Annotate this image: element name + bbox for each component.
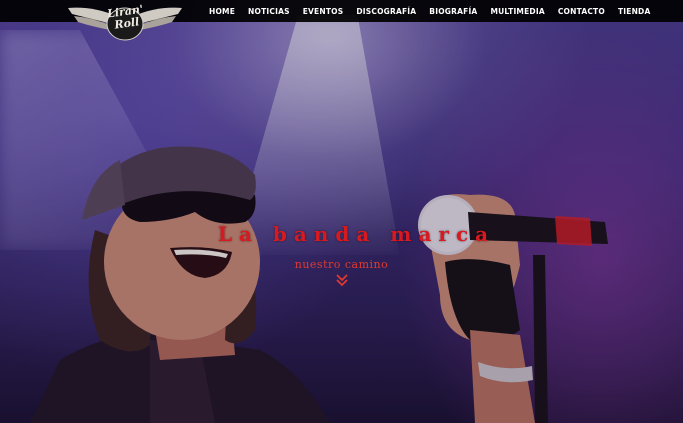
band-logo[interactable]: Liran' Roll (68, 2, 182, 46)
nav-item-contacto[interactable]: CONTACTO (558, 7, 605, 16)
nav-item-discografia[interactable]: DISCOGRAFÍA (356, 7, 416, 16)
main-menu: HOME NOTICIAS EVENTOS DISCOGRAFÍA BIOGRA… (209, 0, 663, 22)
logo-lettering: Liran' Roll (106, 3, 146, 33)
singer-image (0, 0, 683, 423)
double-chevron-down-icon[interactable] (335, 273, 349, 287)
hero-text-block: La banda marca nuestro camino (0, 222, 683, 292)
hero-section: La banda marca nuestro camino (0, 0, 683, 423)
nav-item-noticias[interactable]: NOTICIAS (248, 7, 290, 16)
nav-item-eventos[interactable]: EVENTOS (303, 7, 344, 16)
hero-subline: nuestro camino (294, 258, 389, 271)
nav-item-tienda[interactable]: TIENDA (618, 7, 651, 16)
nav-item-home[interactable]: HOME (209, 7, 235, 16)
nav-item-multimedia[interactable]: MULTIMEDIA (490, 7, 544, 16)
top-navbar: Liran' Roll HOME NOTICIAS EVENTOS DISCOG… (0, 0, 683, 41)
hero-headline: La banda marca (217, 222, 496, 246)
nav-item-biografia[interactable]: BIOGRAFÍA (429, 7, 477, 16)
